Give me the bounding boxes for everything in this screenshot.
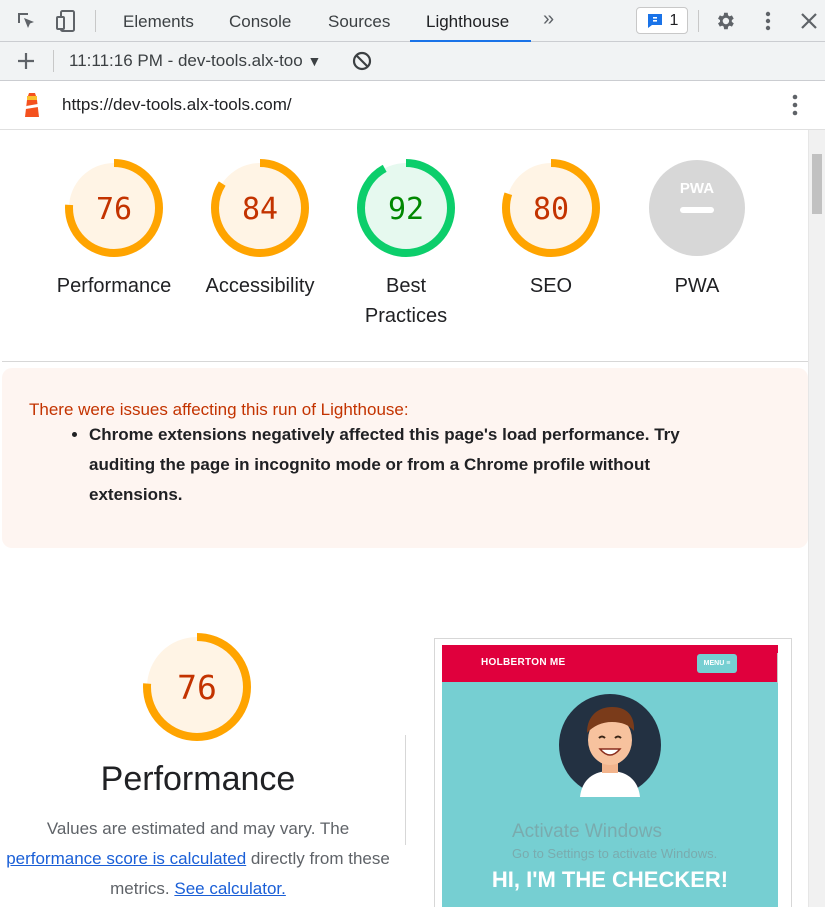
warning-list: Chrome extensions negatively affected th… [54, 420, 729, 510]
gauge-score: 80 [533, 192, 569, 227]
screenshot-header: HOLBERTON ME MENU ≡ [442, 645, 778, 682]
screenshot-brand: HOLBERTON ME [481, 657, 566, 668]
new-report-plus-icon[interactable] [14, 49, 38, 73]
tab-lighthouse[interactable]: Lighthouse [410, 0, 531, 42]
issues-counter-button[interactable]: 1 [636, 7, 688, 34]
performance-description: Values are estimated and may vary. The p… [2, 814, 404, 904]
warning-heading: There were issues affecting this run of … [29, 400, 409, 419]
score-ring: 80 [502, 159, 600, 257]
lighthouse-report: 76 Performance 84 Accessibility 92 Best … [2, 130, 808, 907]
performance-score-ring: 76 [143, 633, 251, 741]
report-scrollbar[interactable] [808, 130, 825, 907]
activation-watermark-text: Go to Settings to activate Windows. [512, 846, 718, 861]
page-screenshot: HOLBERTON ME MENU ≡ HI, I'M THE CHECKER! [442, 645, 778, 907]
report-selector-label: 11:11:16 PM - dev-tools.alx-too [69, 51, 303, 70]
warning-item: Chrome extensions negatively affected th… [89, 420, 729, 510]
score-ring: 92 [357, 159, 455, 257]
more-options-icon[interactable] [756, 9, 780, 33]
section-divider [405, 735, 406, 845]
score-gauges: 76 Performance 84 Accessibility 92 Best … [2, 130, 808, 362]
gauge-label: SEO [529, 275, 573, 297]
devtools-tab-bar: Elements Console Sources Lighthouse » 1 [0, 0, 825, 42]
screenshot-menu-button: MENU ≡ [697, 654, 737, 673]
more-tabs-icon[interactable]: » [543, 8, 554, 31]
tab-sources[interactable]: Sources [312, 0, 406, 42]
lighthouse-logo-icon [20, 93, 44, 117]
gauge-best-practices[interactable]: 92 Best Practices [331, 158, 481, 331]
report-menu-icon[interactable] [783, 93, 807, 117]
settings-gear-icon[interactable] [713, 9, 737, 33]
gauge-pwa[interactable]: PWA PWA [622, 158, 772, 301]
gauge-score: 92 [388, 192, 424, 227]
gauge-label: Performance [56, 275, 172, 297]
gauge-label: Best Practices [364, 275, 448, 327]
lighthouse-toolbar: 11:11:16 PM - dev-tools.alx-too ▼ [0, 42, 825, 81]
pwa-badge-text: PWA [680, 180, 714, 197]
gauge-label: Accessibility [205, 275, 315, 297]
desc-text: Values are estimated and may vary. The [46, 819, 350, 838]
desc-text: directly from these [246, 849, 390, 868]
score-ring: 76 [65, 159, 163, 257]
screenshot-scrollbar [777, 653, 778, 683]
pwa-dash-icon [680, 207, 714, 213]
issues-icon [647, 13, 662, 28]
performance-gauge: 76 [142, 632, 252, 747]
gauge-performance[interactable]: 76 Performance [39, 158, 189, 301]
report-url-bar: https://dev-tools.alx-tools.com/ [0, 81, 825, 130]
performance-title: Performance [100, 760, 296, 798]
tab-elements[interactable]: Elements [107, 0, 210, 42]
toolbar-divider [95, 10, 96, 32]
score-calculated-link[interactable]: performance score is calculated [6, 849, 246, 868]
see-calculator-link[interactable]: See calculator. [174, 879, 286, 898]
toolbar-divider [698, 10, 699, 32]
toolbar-divider [53, 50, 54, 72]
gauge-label: PWA [674, 275, 720, 297]
tab-console[interactable]: Console [213, 0, 307, 42]
score-ring: 84 [211, 159, 309, 257]
gauge-score: 76 [96, 192, 132, 227]
gauge-seo[interactable]: 80 SEO [476, 158, 626, 301]
issues-count: 1 [669, 11, 679, 29]
avatar-illustration [559, 694, 661, 797]
device-toolbar-icon[interactable] [54, 9, 78, 33]
report-selector[interactable]: 11:11:16 PM - dev-tools.alx-too ▼ [69, 51, 321, 71]
inspect-element-icon[interactable] [14, 9, 38, 33]
pwa-badge: PWA [649, 160, 745, 256]
performance-score: 76 [177, 668, 217, 707]
activation-watermark-title: Activate Windows [512, 821, 662, 842]
final-screenshot[interactable]: HOLBERTON ME MENU ≡ HI, I'M THE CHECKER! [434, 638, 792, 907]
chevron-down-icon: ▼ [307, 53, 322, 69]
report-url[interactable]: https://dev-tools.alx-tools.com/ [62, 95, 292, 115]
run-warnings: There were issues affecting this run of … [2, 368, 808, 548]
scrollbar-thumb[interactable] [812, 154, 822, 214]
desc-text: metrics. [110, 879, 175, 898]
clear-block-icon[interactable] [350, 49, 374, 73]
gauge-score: 84 [242, 192, 278, 227]
screenshot-heading: HI, I'M THE CHECKER! [491, 867, 729, 892]
close-icon[interactable] [797, 9, 821, 33]
gauge-accessibility[interactable]: 84 Accessibility [185, 158, 335, 301]
